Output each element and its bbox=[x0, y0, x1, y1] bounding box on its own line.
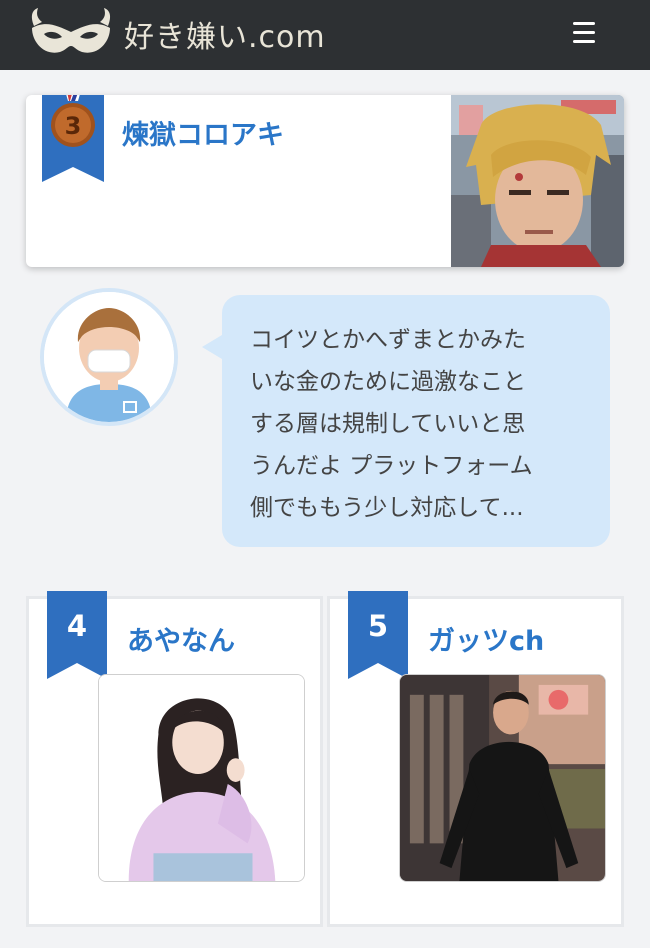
comment-line: コイツとかへずまとかみた bbox=[250, 327, 526, 353]
commenter-avatar bbox=[40, 288, 178, 426]
rank-4-number: 4 bbox=[66, 609, 88, 643]
rank-3-name[interactable]: 煉獄コロアキ bbox=[122, 113, 284, 152]
comment-bubble[interactable]: コイツとかへずまとかみた いな金のために過激なこと する層は規制していいと思 う… bbox=[202, 295, 610, 547]
comment-text: コイツとかへずまとかみた いな金のために過激なこと する層は規制していいと思 う… bbox=[250, 319, 588, 529]
rank-3-photo[interactable] bbox=[451, 95, 624, 267]
rank-4-name[interactable]: あやなん bbox=[127, 619, 235, 658]
hamburger-menu-icon[interactable] bbox=[569, 22, 599, 48]
comment-line: いな金のために過激なこと bbox=[250, 369, 526, 395]
site-logo-text[interactable]: 好き嫌い.com bbox=[124, 12, 326, 56]
comment-line: うんだよ プラットフォーム bbox=[250, 453, 533, 479]
rank-5-photo[interactable] bbox=[399, 674, 606, 882]
ranking-card-5[interactable]: 5 ガッツch bbox=[327, 591, 624, 927]
svg-text:3: 3 bbox=[65, 112, 82, 140]
comment-line: 側でももう少し対応して... bbox=[250, 495, 524, 521]
bronze-medal-icon: 3 bbox=[42, 95, 104, 182]
ranking-card-4[interactable]: 4 あやなん bbox=[26, 591, 323, 927]
rank-4-photo[interactable] bbox=[98, 674, 305, 882]
rank-5-number: 5 bbox=[367, 609, 389, 643]
ranking-card-3[interactable]: 3 煉獄コロアキ bbox=[26, 95, 624, 267]
comment-line: する層は規制していいと思 bbox=[250, 411, 526, 437]
rank-5-name[interactable]: ガッツch bbox=[428, 619, 544, 658]
site-header: 好き嫌い.com bbox=[0, 0, 650, 70]
user-avatar-icon bbox=[44, 292, 174, 422]
mask-icon[interactable] bbox=[28, 6, 114, 62]
